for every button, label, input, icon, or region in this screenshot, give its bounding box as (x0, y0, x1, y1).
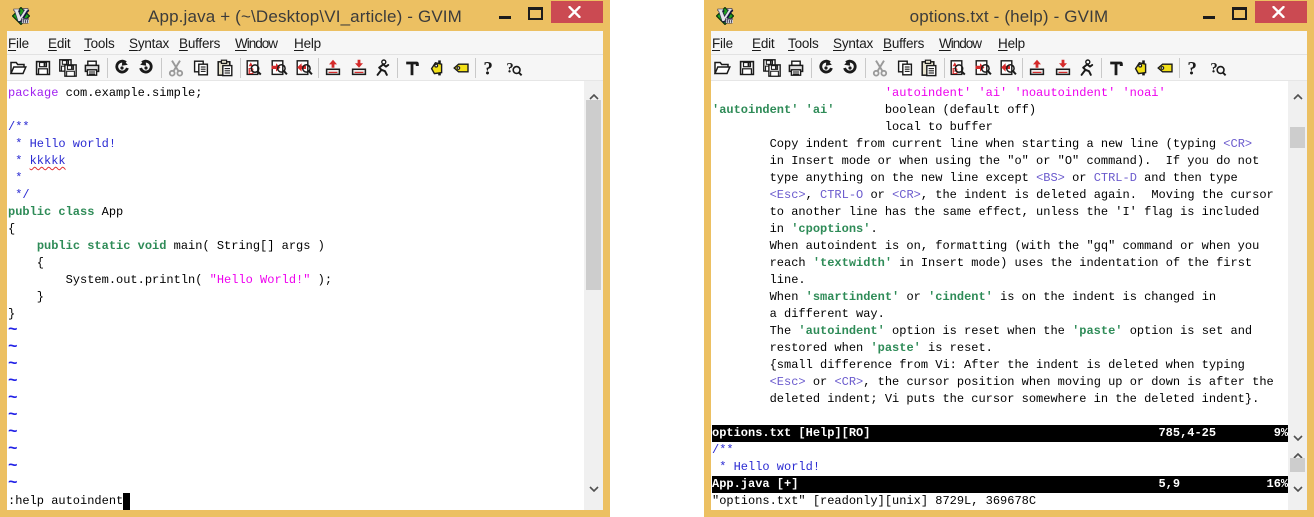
svg-text:?: ? (1187, 59, 1197, 77)
svg-text:im: im (726, 18, 734, 25)
svg-text:?: ? (1210, 60, 1217, 76)
svg-text:?: ? (506, 60, 513, 76)
svg-text:im: im (22, 18, 30, 25)
svg-text:?: ? (483, 59, 493, 77)
